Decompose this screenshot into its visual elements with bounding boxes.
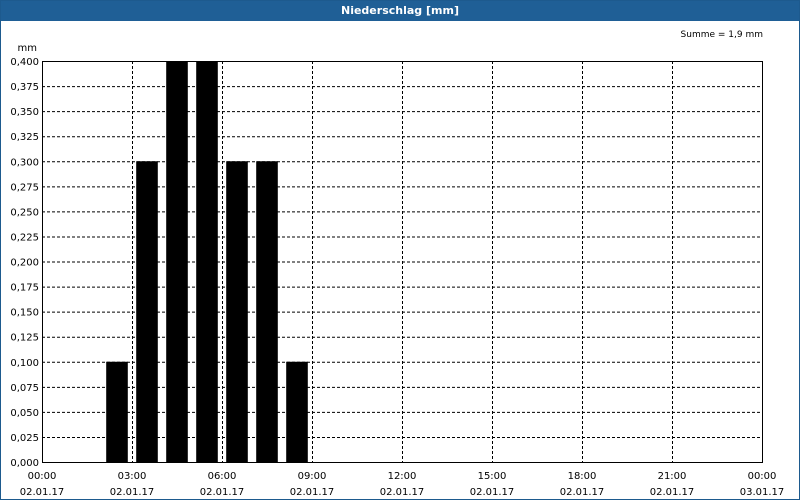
x-tick-date: 02.01.17 — [20, 487, 65, 498]
x-tick-date: 02.01.17 — [470, 487, 515, 498]
x-tick-time: 00:00 — [748, 471, 777, 482]
y-tick-label: 0,125 — [10, 333, 39, 344]
x-tick-date: 02.01.17 — [110, 487, 155, 498]
x-tick-time: 12:00 — [388, 471, 417, 482]
chart-window: Niederschlag [mm] mm Summe = 1,9 mm 0,00… — [0, 0, 800, 500]
x-tick-time: 18:00 — [568, 471, 597, 482]
x-tick-time: 09:00 — [298, 471, 327, 482]
precipitation-chart: mm Summe = 1,9 mm 0,0000,0250,0500,0750,… — [10, 30, 785, 498]
x-tick-date: 02.01.17 — [290, 487, 335, 498]
x-tick-time: 15:00 — [478, 471, 507, 482]
y-axis-label: mm — [18, 43, 37, 54]
x-tick-date: 03.01.17 — [740, 487, 785, 498]
y-tick-label: 0,350 — [10, 107, 39, 118]
y-axis-ticks: 0,000 0,025 0,050 0,075 0,100 0,125 0,150 0,175… — [10, 57, 39, 469]
bars — [106, 61, 308, 462]
bar — [286, 361, 308, 462]
bar — [196, 61, 218, 462]
x-tick-time: 06:00 — [208, 471, 237, 482]
x-tick-date: 02.01.17 — [650, 487, 695, 498]
y-tick-label: 0,250 — [10, 207, 39, 218]
y-tick-label: 0,225 — [10, 232, 39, 243]
y-tick-label: 0,275 — [10, 182, 39, 193]
y-tick-label: 0,400 — [10, 57, 39, 68]
y-tick-label: 0,300 — [10, 157, 39, 168]
x-tick-date: 02.01.17 — [560, 487, 605, 498]
y-tick-label: 0,075 — [10, 383, 39, 394]
x-tick-time: 03:00 — [118, 471, 147, 482]
x-tick-date: 02.01.17 — [380, 487, 425, 498]
y-tick-label: 0,100 — [10, 358, 39, 369]
bar — [106, 361, 128, 462]
y-tick-label: 0,000 — [10, 458, 39, 469]
y-tick-label: 0,050 — [10, 408, 39, 419]
y-tick-label: 0,375 — [10, 82, 39, 93]
y-tick-label: 0,200 — [10, 258, 39, 269]
bar — [136, 161, 158, 462]
x-tick-date: 02.01.17 — [200, 487, 245, 498]
y-tick-label: 0,025 — [10, 433, 39, 444]
bar — [256, 161, 278, 462]
x-tick-time: 00:00 — [28, 471, 57, 482]
sum-annotation: Summe = 1,9 mm — [681, 30, 763, 40]
x-tick-time: 21:00 — [658, 471, 687, 482]
y-tick-label: 0,150 — [10, 308, 39, 319]
bar — [226, 161, 248, 462]
y-tick-label: 0,175 — [10, 283, 39, 294]
x-axis-ticks: 00:00 02.01.17 03:00 02.01.17 06:00 02.01.17 0… — [20, 471, 785, 498]
y-tick-label: 0,325 — [10, 132, 39, 143]
bar — [166, 61, 188, 462]
